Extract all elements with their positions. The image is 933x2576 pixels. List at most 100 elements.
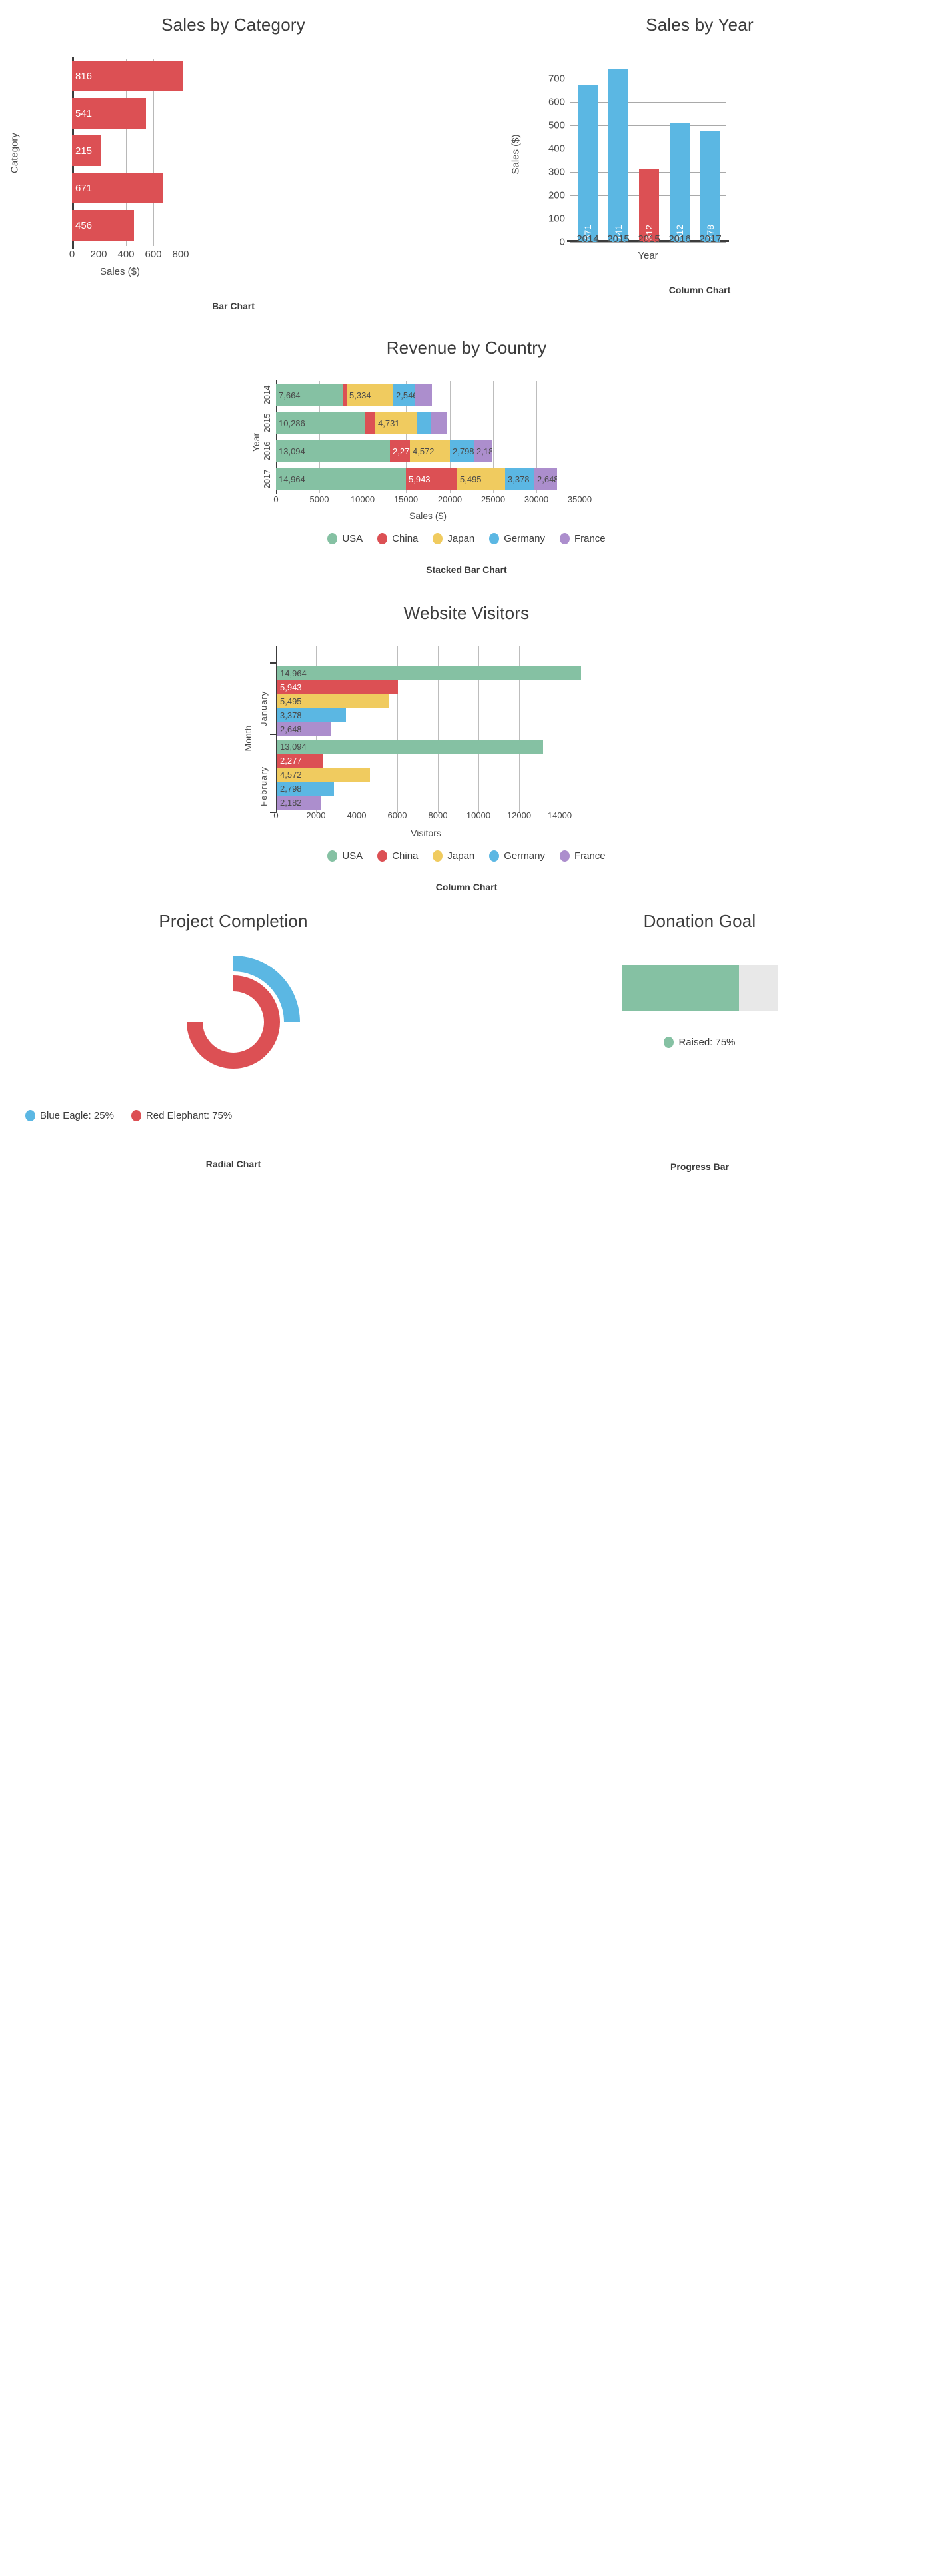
- bar-row[interactable]: 671: [72, 173, 163, 203]
- bar-value-label: 816: [75, 70, 93, 82]
- segment-value-label: 2,546: [396, 390, 415, 400]
- radial-arc-red-elephant[interactable]: [187, 975, 280, 1069]
- column-bar[interactable]: 312: [639, 169, 659, 242]
- stack-segment-china[interactable]: 5,943: [406, 468, 457, 490]
- bar-value-label: 5,495: [280, 696, 302, 706]
- x-tick: 6000: [387, 810, 407, 820]
- x-tick: 20000: [437, 494, 463, 504]
- visitor-bar[interactable]: 5,495: [277, 694, 389, 708]
- chart-card-bar: Sales by Category Category 816 541 215 6…: [0, 0, 467, 311]
- segment-value-label: 7,664: [279, 390, 301, 400]
- visitor-bar[interactable]: 2,277: [277, 754, 323, 768]
- stack-segment-japan[interactable]: 4,572: [410, 440, 450, 462]
- chart-title-project-completion: Project Completion: [159, 911, 308, 931]
- x-tick: 14000: [547, 810, 572, 820]
- bar-row[interactable]: 541: [72, 98, 146, 129]
- chart-row-4: Project Completion Blue Eagle: 25% Red E…: [0, 911, 933, 1172]
- visitor-bar[interactable]: 13,094: [277, 740, 543, 754]
- stack-segment-germany[interactable]: 2,798: [450, 440, 474, 462]
- segment-value-label: 2,648: [537, 474, 557, 484]
- segment-value-label: 5,495: [460, 474, 482, 484]
- stack-segment-japan[interactable]: 5,334: [347, 384, 393, 406]
- x-tick: 2015: [638, 233, 660, 245]
- bar-chart-y-axis-title: Category: [9, 133, 21, 173]
- stack-segment-germany[interactable]: [417, 412, 431, 434]
- chart-card-stacked: Revenue by Country Year 2014 7,664 5,334…: [0, 311, 933, 575]
- chart-card-column: Sales by Year Sales ($) 0 100 200 300 40…: [467, 0, 933, 311]
- segment-value-label: 4,731: [378, 418, 400, 428]
- stack-segment-usa[interactable]: 7,664: [276, 384, 343, 406]
- progress-bar-fill: [622, 965, 739, 1011]
- segment-value-label: 4,572: [413, 446, 435, 456]
- x-tick: 10000: [466, 810, 491, 820]
- stacked-row-label: 2017: [262, 469, 272, 489]
- group-tick: [270, 662, 277, 664]
- stack-segment-japan[interactable]: 4,731: [375, 412, 417, 434]
- stack-segment-usa[interactable]: 14,964: [276, 468, 406, 490]
- chart-card-progress: Donation Goal Raised: 75% Progress Bar: [467, 911, 933, 1172]
- bar-value-label: 4,572: [280, 770, 302, 780]
- visitor-bar[interactable]: 3,378: [277, 708, 346, 722]
- visitor-bar[interactable]: 14,964: [277, 666, 581, 680]
- chart-gallery-page: Sales by Category Category 816 541 215 6…: [0, 0, 933, 1172]
- stacked-row[interactable]: 2016 13,094 2,277 4,572 2,798 2,182: [262, 440, 492, 462]
- progress-bar-track[interactable]: [622, 965, 778, 1011]
- x-tick: 8000: [428, 810, 448, 820]
- x-tick: 30000: [524, 494, 549, 504]
- stack-segment-france[interactable]: 2,648: [534, 468, 557, 490]
- stack-segment-usa[interactable]: 13,094: [276, 440, 390, 462]
- chart-title-sales-by-category: Sales by Category: [161, 15, 305, 35]
- bar-value-label: 14,964: [280, 668, 307, 678]
- stack-segment-germany[interactable]: 3,378: [505, 468, 534, 490]
- stacked-row[interactable]: 2017 14,964 5,943 5,495 3,378 2,648: [262, 468, 557, 490]
- x-tick: 12000: [506, 810, 532, 820]
- x-tick: 35000: [567, 494, 592, 504]
- y-tick: 500: [548, 119, 565, 131]
- segment-value-label: 2,182: [476, 446, 492, 456]
- chart-title-revenue-by-country: Revenue by Country: [386, 338, 547, 358]
- stacked-row[interactable]: 2015 10,286 4,731: [262, 412, 447, 434]
- stacked-row[interactable]: 2014 7,664 5,334 2,546: [262, 384, 432, 406]
- x-tick: 800: [172, 249, 189, 260]
- bar-chart-plot-area: Category 816 541 215 671 456 0 200 400 6…: [0, 49, 467, 277]
- radial-chart-plot-area: [0, 949, 467, 1122]
- column-bar[interactable]: 671: [578, 85, 598, 242]
- stack-segment-germany[interactable]: 2,546: [393, 384, 415, 406]
- stack-segment-china[interactable]: 2,277: [390, 440, 410, 462]
- segment-value-label: 14,964: [279, 474, 305, 484]
- stack-segment-france[interactable]: 2,182: [474, 440, 492, 462]
- chart-caption-visitors: Column Chart: [435, 882, 498, 892]
- bar-value-label: 215: [75, 145, 93, 157]
- stack-segment-france[interactable]: [431, 412, 447, 434]
- column-bar[interactable]: 741: [608, 69, 628, 242]
- x-tick: 5000: [309, 494, 329, 504]
- bar-row[interactable]: 816: [72, 61, 183, 91]
- stacked-row-label: 2016: [262, 441, 272, 461]
- x-tick: 0: [273, 494, 279, 504]
- bar-row[interactable]: 215: [72, 135, 101, 166]
- column-chart-plot: 0 100 200 300 400 500 600 700 671 741 31…: [548, 61, 729, 248]
- stacked-chart-y-axis-title: Year: [251, 432, 261, 452]
- stack-segment-france[interactable]: [415, 384, 432, 406]
- visitor-bar[interactable]: 2,182: [277, 796, 321, 810]
- x-tick: 2014: [576, 233, 599, 245]
- chart-caption-progress: Progress Bar: [670, 1161, 729, 1172]
- x-tick: 400: [117, 249, 135, 260]
- x-tick: 2015: [607, 233, 630, 245]
- stack-segment-china[interactable]: [365, 412, 375, 434]
- bar-row[interactable]: 456: [72, 210, 134, 241]
- column-bar[interactable]: 512: [670, 123, 690, 242]
- visitor-bar[interactable]: 4,572: [277, 768, 370, 782]
- chart-title-donation-goal: Donation Goal: [643, 911, 756, 931]
- x-tick: 0: [69, 249, 75, 260]
- column-chart-y-axis-title: Sales ($): [510, 134, 522, 175]
- column-bar[interactable]: 478: [700, 131, 720, 242]
- visitor-bar[interactable]: 2,798: [277, 782, 334, 796]
- bar-value-label: 541: [75, 107, 93, 119]
- bar-value-label: 456: [75, 219, 93, 231]
- stack-segment-usa[interactable]: 10,286: [276, 412, 365, 434]
- y-tick: 0: [559, 236, 565, 248]
- stack-segment-japan[interactable]: 5,495: [457, 468, 505, 490]
- visitor-bar[interactable]: 2,648: [277, 722, 331, 736]
- visitor-bar[interactable]: 5,943: [277, 680, 398, 694]
